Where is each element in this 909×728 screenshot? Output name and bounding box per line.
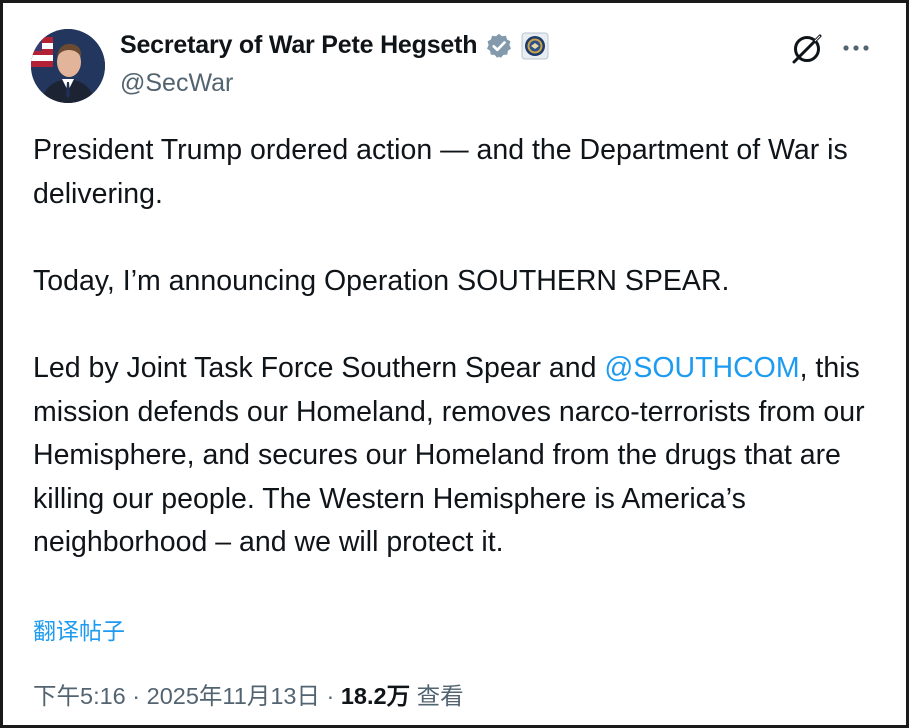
tweet-paragraph-3: Led by Joint Task Force Southern Spear a… [33,347,873,565]
tweet-meta: 下午5:16 · 2025年11月13日 · 18.2万 查看 [33,677,464,711]
translate-post-link[interactable]: 翻译帖子 [33,612,125,646]
author-display-name[interactable]: Secretary of War Pete Hegseth [120,31,478,60]
organization-seal-icon[interactable] [521,32,549,60]
meta-separator: · [319,683,341,709]
author-name-row: Secretary of War Pete Hegseth [120,31,549,60]
mention-link[interactable]: @SOUTHCOM [604,352,799,384]
tweet-paragraph-1: President Trump ordered action — and the… [33,134,848,210]
tweet-text-segment: Led by Joint Task Force Southern Spear a… [33,351,605,384]
avatar[interactable] [31,29,105,103]
post-time[interactable]: 下午5:16 [33,683,126,709]
meta-separator: · [125,683,147,709]
tweet-card: Secretary of War Pete Hegseth @SecWar Pr… [0,0,909,728]
tweet-text: President Trump ordered action — and the… [33,129,873,565]
more-options-icon[interactable] [839,33,873,63]
author-handle[interactable]: @SecWar [120,69,233,98]
grok-icon[interactable] [789,31,825,67]
post-date[interactable]: 2025年11月13日 [147,683,320,709]
verified-badge-icon[interactable] [485,32,513,60]
tweet-paragraph-2: Today, I’m announcing Operation SOUTHERN… [33,264,730,297]
views-count[interactable]: 18.2万 [341,683,410,709]
views-label: 查看 [410,683,464,709]
